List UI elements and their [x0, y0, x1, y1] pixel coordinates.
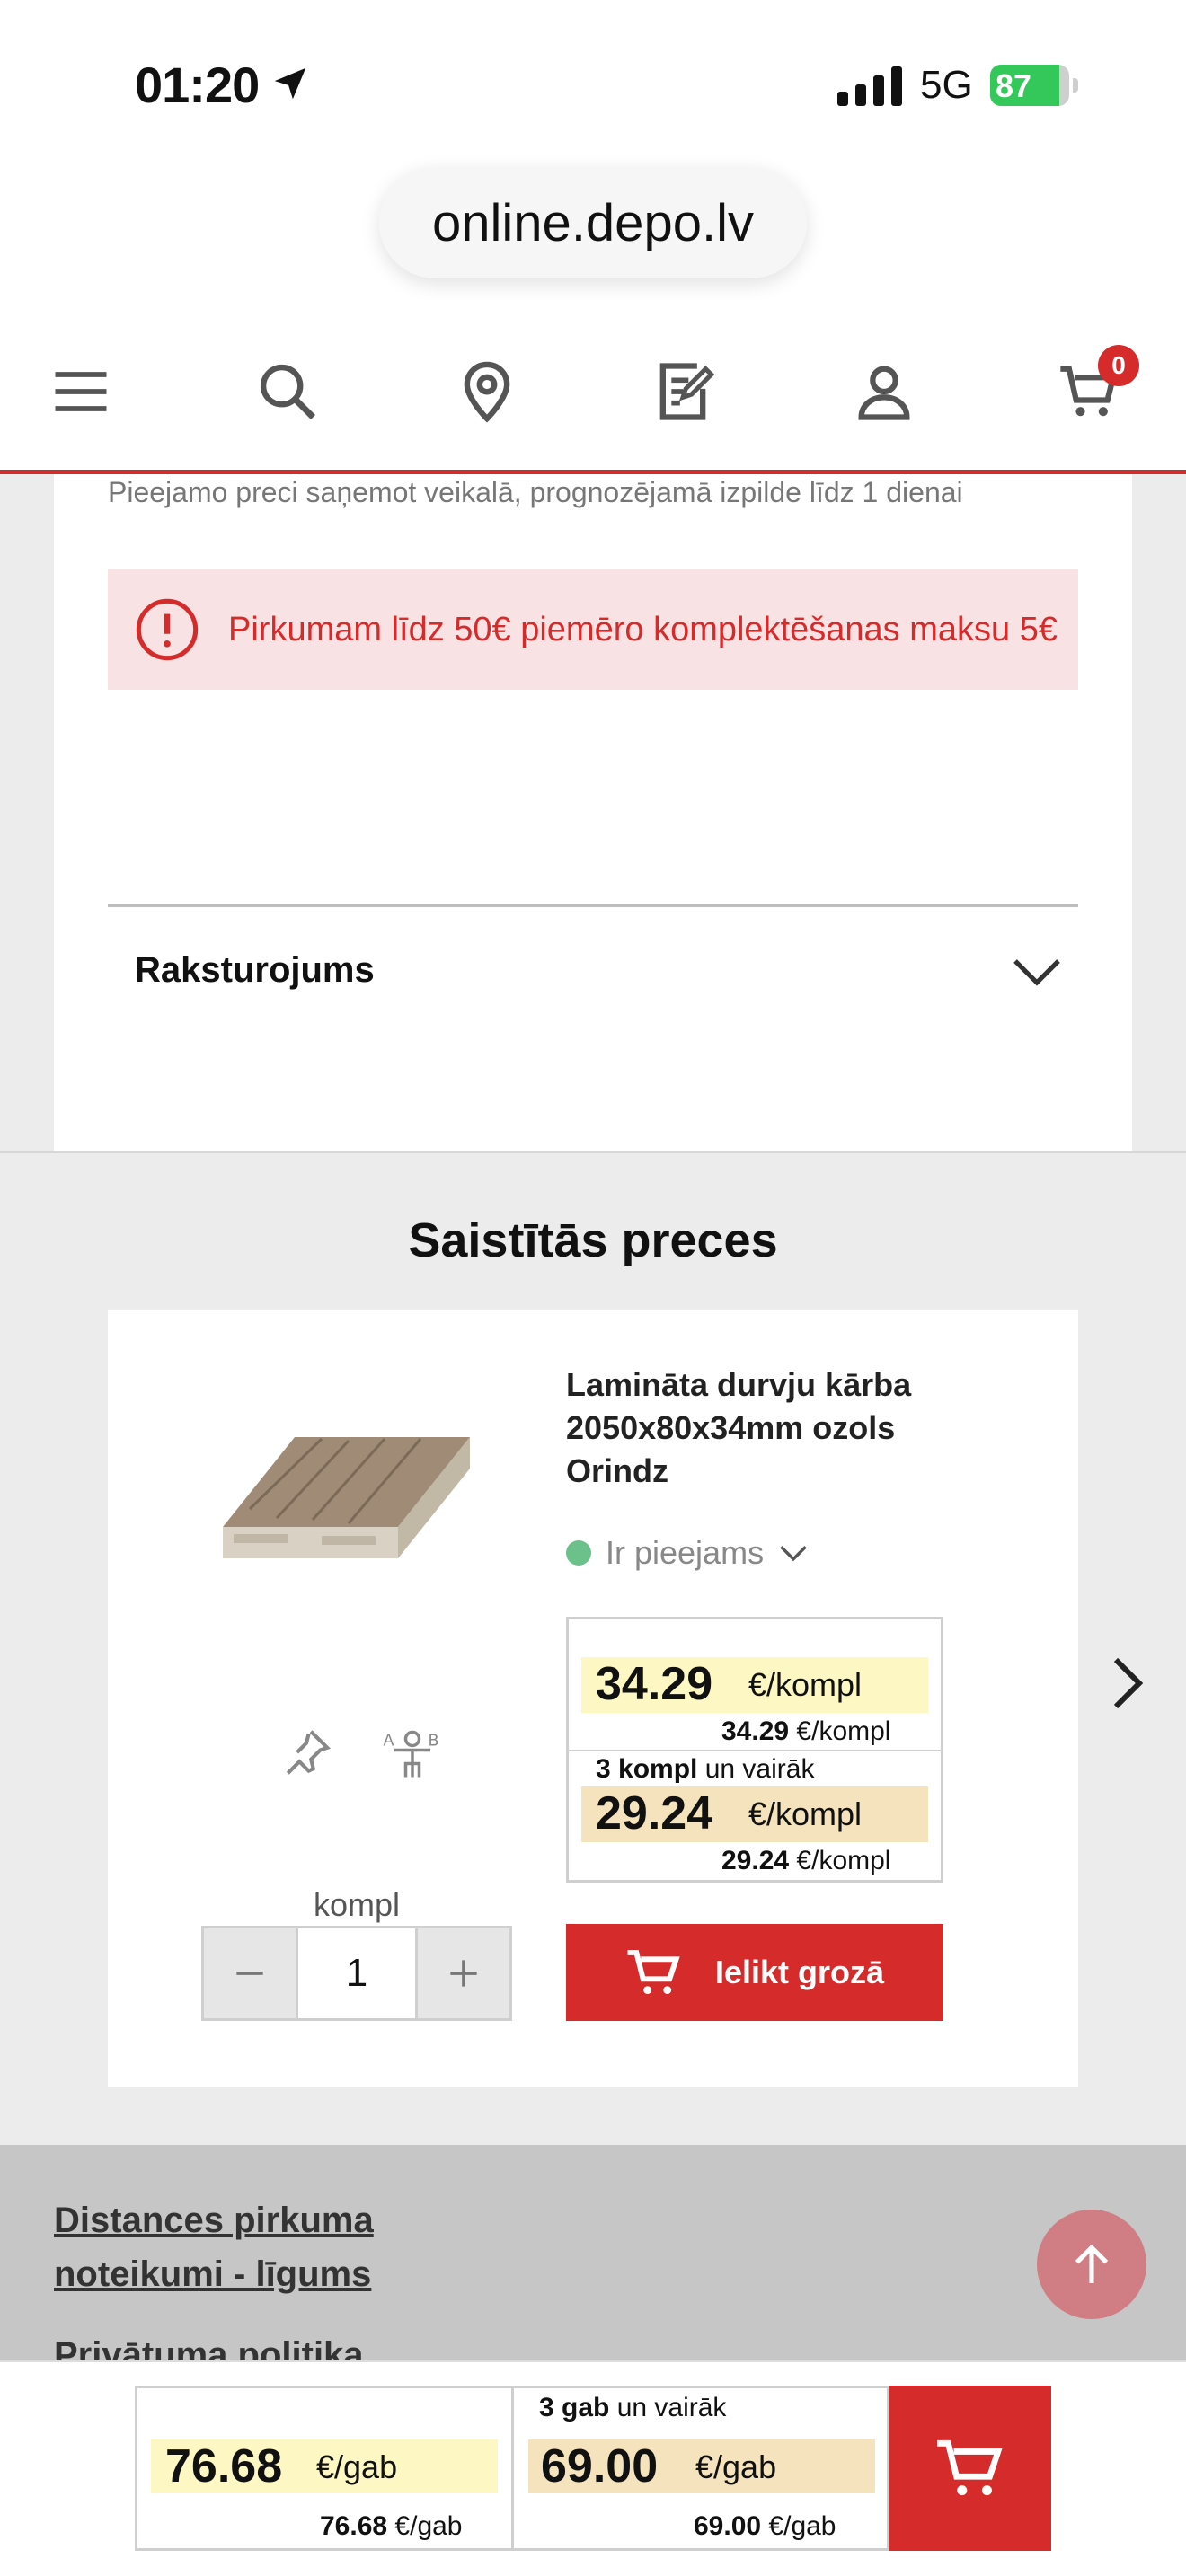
stock-label: Ir pieejams — [606, 1534, 765, 1571]
menu-icon[interactable] — [47, 357, 115, 426]
battery-icon: 87 — [990, 65, 1080, 106]
cart-icon — [937, 2439, 1003, 2496]
sticky-bulk-sub-unit: €/gab — [768, 2511, 836, 2541]
exclamation-circle-icon — [136, 598, 199, 661]
availability-note: Pieejamo preci saņemot veikalā, prognozē… — [108, 476, 963, 508]
cellular-signal-icon — [837, 66, 902, 106]
fee-alert: Pirkumam līdz 50€ piemēro komplektēšanas… — [108, 569, 1078, 690]
url-text: online.depo.lv — [432, 193, 754, 252]
store-location-icon[interactable] — [453, 357, 521, 426]
price-box: 34.29 €/kompl 34.29 €/kompl 3 kompl un v… — [566, 1617, 943, 1883]
chevron-right-icon[interactable] — [1111, 1654, 1146, 1712]
bulk-sub-unit: €/kompl — [796, 1846, 891, 1875]
scroll-to-top-button[interactable] — [1037, 2210, 1146, 2319]
accordion-characteristics[interactable]: Raksturojums — [135, 950, 375, 991]
bulk-price-unit: €/kompl — [748, 1795, 863, 1832]
price-sub-unit: €/kompl — [796, 1716, 891, 1746]
compare-icon[interactable]: A B — [381, 1725, 444, 1780]
battery-level: 87 — [996, 67, 1032, 104]
product-image[interactable] — [214, 1401, 474, 1572]
bulk-text: un vairāk — [704, 1754, 815, 1784]
price-main-unit: €/kompl — [748, 1666, 863, 1703]
divider — [108, 904, 1078, 907]
bulk-sub: 29.24 — [721, 1846, 790, 1875]
related-products-title: Saistītās preces — [408, 1213, 778, 1267]
increase-button[interactable] — [418, 1928, 509, 2018]
add-to-cart-button[interactable]: Ielikt grozā — [566, 1924, 943, 2021]
sticky-bulk-unit: €/gab — [695, 2448, 777, 2485]
product-name[interactable]: Lamināta durvju kārba 2050x80x34mm ozols… — [566, 1363, 961, 1493]
stock-status[interactable]: Ir pieejams — [566, 1534, 809, 1572]
plus-icon — [450, 1960, 477, 1987]
sticky-price-sub: 76.68 — [320, 2511, 388, 2541]
sticky-bulk-qty: 3 gab — [539, 2393, 610, 2422]
network-type: 5G — [920, 63, 973, 107]
search-icon[interactable] — [253, 357, 322, 426]
shopping-list-icon[interactable] — [649, 357, 717, 426]
arrow-up-icon — [1075, 2244, 1109, 2283]
svg-text:A: A — [384, 1733, 394, 1751]
add-to-cart-label: Ielikt grozā — [714, 1954, 885, 1990]
status-bar: 01:20 5G 87 — [0, 0, 1186, 171]
price-main: 34.29 — [596, 1658, 713, 1710]
location-arrow-icon — [274, 67, 306, 100]
sticky-price-sub-unit: €/gab — [394, 2511, 463, 2541]
sticky-add-to-cart-button[interactable] — [890, 2386, 1051, 2551]
address-bar[interactable]: online.depo.lv — [379, 167, 807, 278]
sticky-bulk-sub: 69.00 — [694, 2511, 762, 2541]
price-sub: 34.29 — [721, 1716, 790, 1746]
alert-text: Pirkumam līdz 50€ piemēro komplektēšanas… — [228, 610, 1058, 648]
distance-purchase-terms-link[interactable]: Distances pirkuma noteikumi - līgums — [54, 2193, 374, 2301]
quantity-stepper: 1 — [201, 1926, 512, 2021]
sticky-bulk-text: un vairāk — [616, 2393, 727, 2422]
svg-text:B: B — [429, 1733, 439, 1751]
chevron-down-icon[interactable] — [1012, 954, 1062, 990]
minus-icon — [236, 1972, 263, 1975]
site-navbar — [0, 323, 1186, 474]
quantity-input[interactable]: 1 — [296, 1928, 418, 2018]
bulk-qty: 3 kompl — [596, 1754, 698, 1784]
sticky-price-unit: €/gab — [316, 2448, 398, 2485]
section-divider — [0, 1151, 1186, 1153]
chevron-down-icon — [780, 1545, 807, 1562]
cart-count-badge: 0 — [1098, 345, 1139, 386]
cart-icon — [627, 1949, 680, 1995]
in-stock-dot — [566, 1540, 591, 1566]
clock: 01:20 — [135, 57, 260, 113]
quantity-unit-label: kompl — [313, 1886, 401, 1923]
bulk-price: 29.24 — [596, 1787, 713, 1839]
decrease-button[interactable] — [204, 1928, 296, 2018]
sticky-price: 76.68 — [165, 2440, 283, 2492]
sticky-bulk-price: 69.00 — [541, 2440, 659, 2492]
account-icon[interactable] — [850, 357, 918, 426]
pin-icon[interactable] — [279, 1725, 334, 1780]
